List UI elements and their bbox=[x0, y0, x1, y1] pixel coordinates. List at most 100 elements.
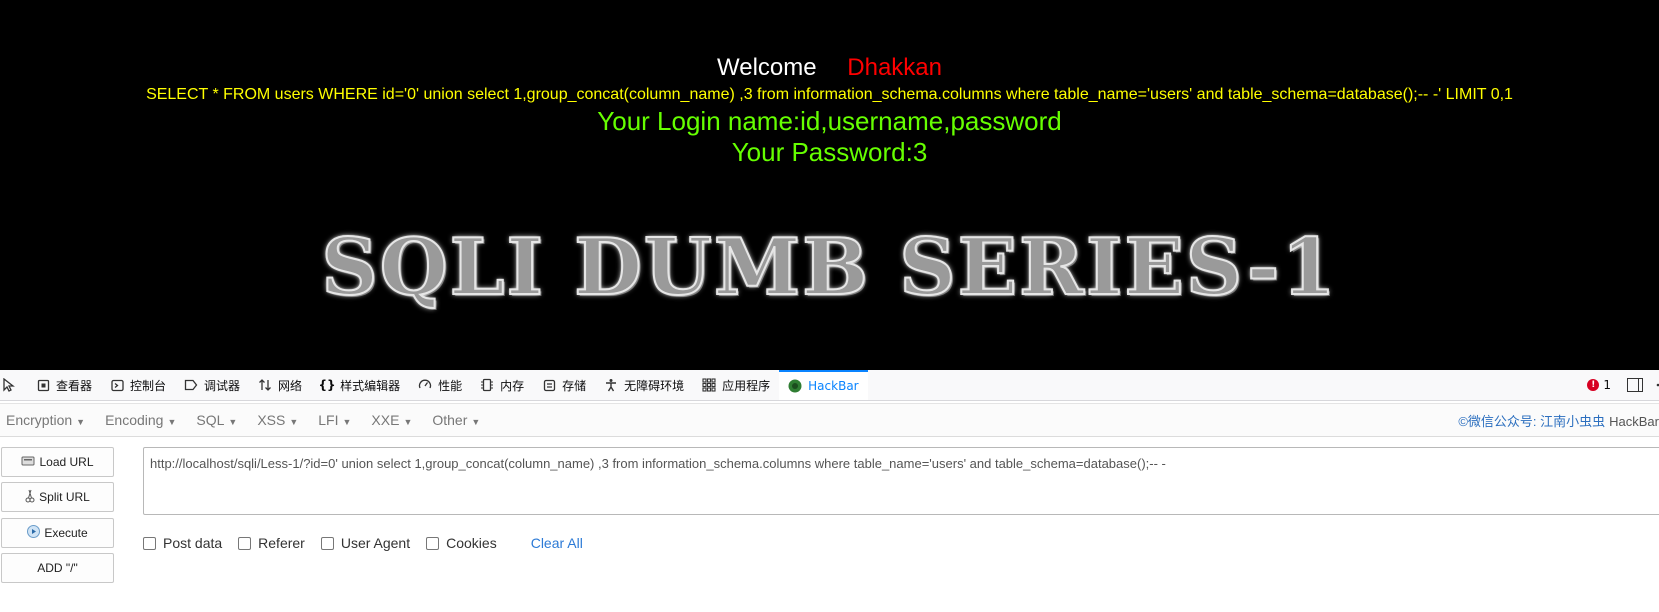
application-icon bbox=[702, 378, 716, 392]
element-picker-icon[interactable] bbox=[0, 370, 27, 400]
storage-icon bbox=[542, 378, 556, 392]
menu-label: SQL bbox=[196, 412, 225, 428]
button-label: Execute bbox=[44, 526, 88, 540]
execute-button[interactable]: Execute bbox=[1, 518, 114, 548]
referer-checkbox[interactable] bbox=[238, 536, 252, 550]
menu-lfi[interactable]: LFI ▼ bbox=[318, 412, 351, 428]
accessibility-icon bbox=[604, 378, 618, 392]
welcome-line: Welcome Dhakkan bbox=[0, 54, 1659, 82]
menu-sql[interactable]: SQL ▼ bbox=[196, 412, 237, 428]
caret-down-icon: ▼ bbox=[228, 417, 238, 427]
tab-label: HackBar bbox=[808, 379, 859, 393]
caret-down-icon: ▼ bbox=[342, 417, 352, 427]
dock-side-icon[interactable] bbox=[1627, 378, 1643, 392]
menu-xxe[interactable]: XXE ▼ bbox=[371, 412, 412, 428]
style-editor-icon: {} bbox=[318, 378, 336, 392]
caret-down-icon: ▼ bbox=[76, 417, 86, 427]
add-slash-button[interactable]: ADD "/" bbox=[1, 553, 114, 583]
brand-name: HackBar bbox=[1609, 413, 1659, 429]
tab-label: 内存 bbox=[500, 378, 525, 393]
tab-label: 性能 bbox=[438, 378, 463, 393]
user-agent-option[interactable]: User Agent bbox=[320, 535, 410, 551]
url-textarea[interactable]: http://localhost/sqli/Less-1/?id=0' unio… bbox=[143, 447, 1659, 515]
option-label: Cookies bbox=[446, 535, 497, 551]
menu-other[interactable]: Other ▼ bbox=[432, 412, 480, 428]
menu-label: LFI bbox=[318, 412, 339, 428]
tab-accessibility[interactable]: 无障碍环境 bbox=[595, 370, 693, 400]
tab-debugger[interactable]: 调试器 bbox=[175, 370, 249, 400]
button-label: Load URL bbox=[39, 455, 94, 469]
tab-inspector[interactable]: 查看器 bbox=[27, 370, 101, 400]
tab-console[interactable]: 控制台 bbox=[101, 370, 175, 400]
caret-down-icon: ▼ bbox=[471, 417, 481, 427]
hackbar-icon bbox=[788, 379, 802, 393]
page-content: Welcome Dhakkan SELECT * FROM users WHER… bbox=[0, 0, 1659, 370]
tab-memory[interactable]: 内存 bbox=[471, 370, 533, 400]
inspector-icon bbox=[36, 378, 50, 392]
tab-label: 控制台 bbox=[130, 378, 167, 393]
menu-label: XSS bbox=[257, 412, 286, 428]
menu-label: XXE bbox=[371, 412, 400, 428]
user-agent-checkbox[interactable] bbox=[320, 536, 334, 550]
password-result: Your Password:3 bbox=[731, 137, 928, 167]
url-value: http://localhost/sqli/Less-1/?id=0' unio… bbox=[150, 456, 1166, 471]
network-icon bbox=[258, 378, 272, 392]
tab-label: 查看器 bbox=[56, 378, 93, 393]
button-label: ADD "/" bbox=[37, 561, 78, 575]
tab-network[interactable]: 网络 bbox=[249, 370, 311, 400]
tab-label: 无障碍环境 bbox=[624, 378, 685, 393]
welcome-name: Dhakkan bbox=[847, 54, 942, 81]
tab-performance[interactable]: 性能 bbox=[409, 370, 471, 400]
load-url-button[interactable]: Load URL bbox=[1, 447, 114, 477]
tab-label: 调试器 bbox=[204, 378, 241, 393]
sql-query-text: SELECT * FROM users WHERE id='0' union s… bbox=[146, 86, 1513, 103]
button-label: Split URL bbox=[39, 490, 90, 504]
performance-icon bbox=[418, 378, 432, 392]
post-data-checkbox[interactable] bbox=[143, 536, 156, 550]
caret-down-icon: ▼ bbox=[167, 417, 177, 427]
devtools-right-controls: ! 1 bbox=[1587, 370, 1659, 400]
clear-all-link[interactable]: Clear All bbox=[531, 535, 583, 551]
tab-label: 存储 bbox=[562, 378, 587, 393]
tab-label: 样式编辑器 bbox=[340, 378, 401, 393]
login-name-result: Your Login name:id,username,password bbox=[597, 106, 1062, 136]
option-label: Post data bbox=[163, 535, 223, 551]
tab-application[interactable]: 应用程序 bbox=[693, 370, 779, 400]
tab-style-editor[interactable]: {} 样式编辑器 bbox=[311, 370, 409, 400]
split-url-button[interactable]: Split URL bbox=[1, 482, 114, 512]
devtools-tab-bar: 查看器 控制台 调试器 网络 {} 样式编辑器 性能 内存 存储 无障碍环境 应… bbox=[0, 370, 1659, 401]
scissors-icon bbox=[25, 489, 35, 506]
cookies-checkbox[interactable] bbox=[426, 536, 440, 550]
post-data-option[interactable]: Post data bbox=[143, 535, 222, 551]
cookies-option[interactable]: Cookies bbox=[426, 535, 497, 551]
tab-hackbar[interactable]: HackBar bbox=[779, 370, 868, 400]
console-icon bbox=[110, 378, 124, 392]
hackbar-brand: ©微信公众号: 江南小虫虫 HackBar bbox=[1458, 411, 1659, 430]
debugger-icon bbox=[184, 378, 198, 392]
menu-encryption[interactable]: Encryption ▼ bbox=[6, 412, 85, 428]
menu-label: Other bbox=[432, 412, 468, 428]
hackbar-options: Post data Referer User Agent Cookies Cle… bbox=[143, 533, 583, 553]
more-options-icon[interactable] bbox=[1653, 379, 1659, 391]
tab-label: 应用程序 bbox=[722, 378, 771, 393]
hackbar-menu-bar: Encryption ▼ Encoding ▼ SQL ▼ XSS ▼ LFI ▼ XXE… bbox=[0, 403, 1659, 437]
caret-down-icon: ▼ bbox=[403, 417, 413, 427]
menu-encoding[interactable]: Encoding ▼ bbox=[105, 412, 176, 428]
caret-down-icon: ▼ bbox=[289, 417, 299, 427]
brand-text: ©微信公众号: 江南小虫虫 bbox=[1458, 413, 1606, 429]
tab-storage[interactable]: 存储 bbox=[533, 370, 595, 400]
welcome-label: Welcome bbox=[717, 54, 817, 81]
option-label: Referer bbox=[258, 535, 305, 551]
error-count: 1 bbox=[1603, 378, 1611, 392]
error-counter[interactable]: ! 1 bbox=[1587, 378, 1611, 392]
error-icon: ! bbox=[1587, 379, 1600, 391]
load-icon bbox=[21, 455, 35, 470]
referer-option[interactable]: Referer bbox=[238, 535, 305, 551]
menu-label: Encryption bbox=[6, 412, 73, 428]
play-icon bbox=[27, 525, 41, 541]
sqli-banner-logo: SQLI DUMB SERIES-1 bbox=[320, 221, 1338, 314]
memory-icon bbox=[480, 378, 494, 392]
tab-label: 网络 bbox=[278, 378, 303, 393]
menu-label: Encoding bbox=[105, 412, 164, 428]
menu-xss[interactable]: XSS ▼ bbox=[257, 412, 298, 428]
